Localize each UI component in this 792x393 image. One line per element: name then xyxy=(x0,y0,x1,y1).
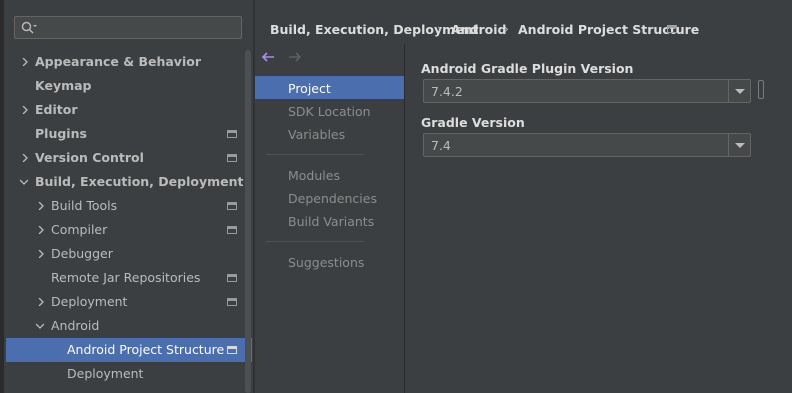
agp-version-dropdown[interactable]: 7.4.2 xyxy=(423,79,751,103)
tree-item-debugger[interactable]: Debugger xyxy=(6,242,244,266)
nav-item-sdk-location[interactable]: SDK Location xyxy=(288,104,371,119)
chevron-right-icon[interactable] xyxy=(21,154,29,162)
tree-item-label: Editor xyxy=(35,102,78,117)
tree-item-label: Compiler xyxy=(51,222,108,237)
tree-item-version-control[interactable]: Version Control xyxy=(6,146,244,170)
gradle-version-dropdown[interactable]: 7.4 xyxy=(423,133,751,157)
tree-item-label: Android Project Structure xyxy=(67,342,225,357)
tree-item-label: Debugger xyxy=(51,246,113,261)
nav-item-dependencies[interactable]: Dependencies xyxy=(288,191,377,206)
search-icon xyxy=(21,21,37,34)
project-settings-icon xyxy=(227,130,237,138)
chevron-right-icon[interactable] xyxy=(37,250,45,258)
tree-item-plugins[interactable]: Plugins xyxy=(6,122,244,146)
project-settings-icon xyxy=(227,154,237,162)
chevron-right-icon[interactable] xyxy=(37,226,45,234)
tree-item-label: Build Tools xyxy=(51,198,118,213)
nav-separator xyxy=(266,154,364,155)
breadcrumb-separator: › xyxy=(437,22,442,36)
tree-item-label: Keymap xyxy=(35,78,92,93)
dropdown-icon[interactable] xyxy=(728,134,750,156)
search-input[interactable] xyxy=(14,16,242,39)
tree-item-android-project-structure[interactable]: Android Project Structure xyxy=(6,338,252,362)
nav-item-project[interactable]: Project xyxy=(288,81,331,96)
chevron-right-icon[interactable] xyxy=(37,202,45,210)
nav-item-build-variants[interactable]: Build Variants xyxy=(288,214,374,229)
tree-item-deployment[interactable]: Deployment xyxy=(6,290,244,314)
tree-item-label: Version Control xyxy=(35,150,144,165)
nav-item-modules[interactable]: Modules xyxy=(288,168,340,183)
tree-item-label: Deployment xyxy=(51,294,128,309)
tree-item-label: Remote Jar Repositories xyxy=(51,270,201,285)
tree-item-keymap[interactable]: Keymap xyxy=(6,74,244,98)
tree-item-compiler[interactable]: Compiler xyxy=(6,218,244,242)
back-arrow-icon[interactable] xyxy=(261,52,275,62)
project-settings-icon xyxy=(227,274,237,282)
project-settings-icon xyxy=(227,202,237,210)
chevron-down-icon[interactable] xyxy=(20,178,28,186)
agp-help-button[interactable] xyxy=(758,80,764,99)
agp-version-label: Android Gradle Plugin Version xyxy=(421,61,634,76)
breadcrumb-item: Android xyxy=(451,22,507,37)
tree-item-android[interactable]: Android xyxy=(6,314,244,338)
breadcrumb-item: Build, Execution, Deployment xyxy=(270,22,479,37)
window-edge xyxy=(0,0,4,393)
tree-item-android-deployment[interactable]: Deployment xyxy=(6,362,244,386)
tree-item-label: Deployment xyxy=(67,366,144,381)
project-settings-icon xyxy=(227,346,237,354)
gradle-version-label: Gradle Version xyxy=(421,115,525,130)
forward-arrow-icon[interactable] xyxy=(288,52,302,62)
agp-version-value: 7.4.2 xyxy=(431,84,463,99)
project-settings-icon xyxy=(227,298,237,306)
tree-item-label: Android xyxy=(51,318,100,333)
dropdown-icon[interactable] xyxy=(728,80,750,102)
project-settings-icon xyxy=(227,226,237,234)
tree-item-label: Plugins xyxy=(35,126,87,141)
tree-item-build-execution-deployment[interactable]: Build, Execution, Deployment xyxy=(6,170,244,194)
chevron-right-icon[interactable] xyxy=(21,106,29,114)
tree-item-build-tools[interactable]: Build Tools xyxy=(6,194,244,218)
nav-item-suggestions[interactable]: Suggestions xyxy=(288,255,364,270)
project-settings-icon xyxy=(667,25,677,33)
tree-item-editor[interactable]: Editor xyxy=(6,98,244,122)
gradle-version-value: 7.4 xyxy=(431,138,451,153)
chevron-right-icon[interactable] xyxy=(21,58,29,66)
chevron-right-icon[interactable] xyxy=(37,298,45,306)
settings-tree-panel: Appearance & Behavior Keymap Editor Plug… xyxy=(0,0,253,393)
tree-item-label: Build, Execution, Deployment xyxy=(35,174,244,189)
tree-item-remote-jar-repositories[interactable]: Remote Jar Repositories xyxy=(6,266,244,290)
tree-scrollbar[interactable] xyxy=(245,50,251,393)
chevron-down-icon[interactable] xyxy=(36,322,44,330)
tree-item-appearance-behavior[interactable]: Appearance & Behavior xyxy=(6,50,244,74)
breadcrumb-separator: › xyxy=(504,22,509,36)
nav-item-variables[interactable]: Variables xyxy=(288,127,345,142)
tree-item-label: Appearance & Behavior xyxy=(35,54,201,69)
nav-separator xyxy=(266,241,364,242)
